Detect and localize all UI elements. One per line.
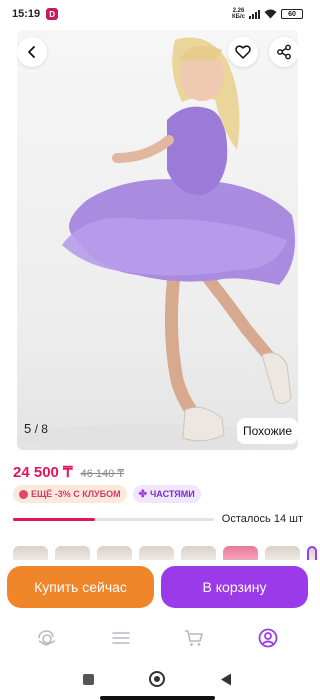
network-speed: 2.26 КБ/с <box>232 8 245 20</box>
wifi-icon <box>264 9 277 19</box>
nav-menu[interactable] <box>101 622 141 654</box>
product-photo <box>17 37 297 450</box>
image-counter-current: 5 <box>24 421 32 436</box>
add-to-cart-button[interactable]: В корзину <box>161 566 308 608</box>
variant-thumbnail[interactable] <box>223 546 258 560</box>
status-bar: 15:19 D 2.26 КБ/с 60 <box>0 0 315 28</box>
price-row: 24 500 ₸ 46 140 ₸ <box>13 463 124 481</box>
variant-thumbnail[interactable] <box>139 546 174 560</box>
heart-icon <box>235 45 251 59</box>
profile-icon <box>258 628 278 648</box>
catalog-icon <box>38 630 56 646</box>
network-speed-unit: КБ/с <box>232 14 245 20</box>
installments-badge[interactable]: ✤ ЧАСТЯМИ <box>132 485 201 503</box>
status-time: 15:19 <box>12 8 41 20</box>
recents-button[interactable] <box>83 673 94 685</box>
nav-catalog[interactable] <box>27 622 67 654</box>
variant-thumbnail[interactable] <box>55 546 90 560</box>
menu-icon <box>111 632 130 644</box>
nav-cart[interactable] <box>174 622 214 654</box>
back-triangle-icon[interactable] <box>220 673 232 686</box>
back-button[interactable] <box>17 37 47 67</box>
variant-thumbnail-selected[interactable] <box>307 546 317 560</box>
bottom-navigation <box>0 620 315 656</box>
buy-now-button[interactable]: Купить сейчас <box>7 566 154 608</box>
home-button[interactable] <box>149 671 165 687</box>
installments-badge-label: ЧАСТЯМИ <box>149 489 195 499</box>
stock-progress-fill <box>13 517 96 521</box>
home-indicator <box>100 696 215 700</box>
stock-remaining-text: Осталось 14 шт <box>221 513 303 525</box>
variant-thumbnail[interactable] <box>265 546 300 560</box>
variant-thumbnails <box>13 546 317 560</box>
status-indicators: 2.26 КБ/с 60 <box>232 8 303 20</box>
image-counter-total: / 8 <box>34 422 48 436</box>
stock-indicator: Осталось 14 шт <box>13 513 303 525</box>
club-badge-label: ЕЩЁ -3% С КЛУБОМ <box>31 489 121 499</box>
back-arrow-icon <box>28 46 35 58</box>
nav-profile[interactable] <box>248 622 288 654</box>
favorite-button[interactable] <box>228 37 258 67</box>
app-notification-icon: D <box>46 8 59 20</box>
club-icon <box>19 489 28 499</box>
variant-thumbnail[interactable] <box>13 546 48 560</box>
installments-icon: ✤ <box>138 488 147 500</box>
variant-thumbnail[interactable] <box>181 546 216 560</box>
old-price: 46 140 ₸ <box>80 468 125 480</box>
product-screen: 15:19 D 2.26 КБ/с 60 5 / 8 Похожие 24 50… <box>0 0 317 700</box>
current-price: 24 500 ₸ <box>13 464 73 481</box>
club-discount-badge[interactable]: ЕЩЁ -3% С КЛУБОМ <box>13 485 127 503</box>
stock-progress-bar <box>13 517 214 521</box>
variant-thumbnail[interactable] <box>97 546 132 560</box>
battery-icon: 60 <box>281 9 303 19</box>
share-button[interactable] <box>269 37 298 67</box>
promo-badges: ЕЩЁ -3% С КЛУБОМ ✤ ЧАСТЯМИ <box>13 485 201 503</box>
similar-button[interactable]: Похожие <box>237 418 298 444</box>
share-icon <box>277 44 291 60</box>
system-navigation <box>0 664 315 694</box>
cart-icon <box>185 630 204 646</box>
signal-icon <box>249 9 260 19</box>
product-image-gallery[interactable]: 5 / 8 Похожие <box>17 30 298 450</box>
image-counter: 5 / 8 <box>20 419 52 438</box>
